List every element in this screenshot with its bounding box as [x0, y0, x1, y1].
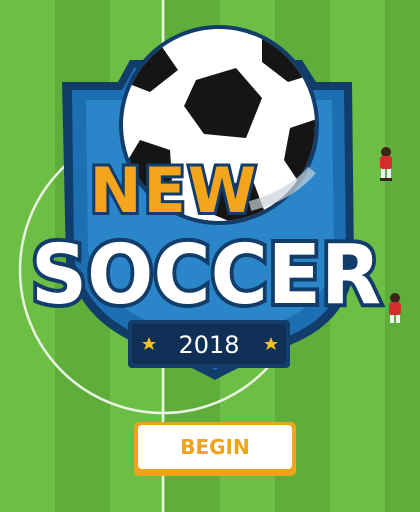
game-stage: 2018 NEW SOCCER BEGIN: [0, 0, 420, 512]
year-banner: 2018: [128, 320, 290, 368]
begin-button[interactable]: BEGIN: [134, 422, 296, 476]
logo-year: 2018: [178, 331, 239, 359]
logo-word-new: NEW: [90, 154, 259, 227]
begin-button-label: BEGIN: [180, 435, 250, 459]
logo-word-soccer: SOCCER: [31, 228, 381, 323]
